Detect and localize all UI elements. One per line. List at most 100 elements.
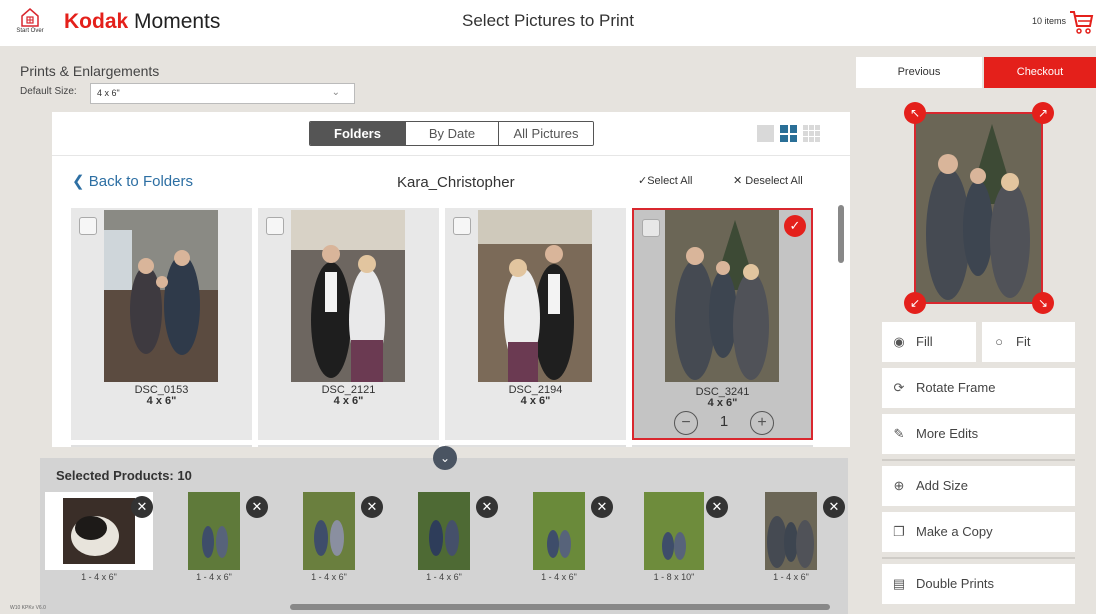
remove-product-icon[interactable]: ✕ xyxy=(361,496,383,518)
options-divider xyxy=(882,557,1075,559)
chevron-down-icon: ⌄ xyxy=(331,87,340,98)
add-size-button[interactable]: ⊕ Add Size xyxy=(882,466,1075,506)
selected-product-item[interactable]: ✕ 1 - 4 x 6" xyxy=(390,492,498,592)
start-over-button[interactable]: Start Over xyxy=(12,6,48,42)
selected-product-item[interactable]: ✕ 1 - 4 x 6" xyxy=(275,492,383,592)
edit-icon[interactable] xyxy=(79,217,97,235)
back-label: Back to Folders xyxy=(88,173,193,190)
edit-icon[interactable] xyxy=(453,217,471,235)
photo-thumbnail xyxy=(291,210,405,382)
default-size-value: 4 x 6" xyxy=(97,88,120,98)
remove-product-icon[interactable]: ✕ xyxy=(591,496,613,518)
quantity-stepper: − 1 + xyxy=(674,409,774,435)
checkout-button[interactable]: Checkout xyxy=(984,57,1096,88)
photo-picker-panel: Folders By Date All Pictures ❮ Back to F… xyxy=(52,112,850,447)
crop-preview[interactable] xyxy=(914,112,1043,304)
small-grid-icon[interactable] xyxy=(803,125,820,142)
section-title: Prints & Enlargements xyxy=(20,63,160,79)
remove-product-icon[interactable]: ✕ xyxy=(131,496,153,518)
tab-by-date[interactable]: By Date xyxy=(405,122,498,145)
tab-all-pictures[interactable]: All Pictures xyxy=(498,122,593,145)
next-row-peek xyxy=(632,445,813,447)
product-label: 1 - 4 x 6" xyxy=(426,572,462,582)
home-icon xyxy=(21,8,39,27)
copy-icon: ❐ xyxy=(893,524,905,539)
rotate-icon: ⟳ xyxy=(893,380,905,395)
make-copy-button[interactable]: ❐ Make a Copy xyxy=(882,512,1075,552)
selected-product-item[interactable]: ✕ 1 - 4 x 6" xyxy=(45,492,153,592)
selected-product-item[interactable]: ✕ 1 - 8 x 10" xyxy=(620,492,728,592)
fill-label: Fill xyxy=(916,334,933,349)
add-size-label: Add Size xyxy=(916,478,969,493)
remove-product-icon[interactable]: ✕ xyxy=(706,496,728,518)
resize-handle-bottom-left-icon[interactable]: ↙ xyxy=(904,292,926,314)
expand-chevron-icon[interactable]: ⌄ xyxy=(433,446,457,470)
product-label: 1 - 4 x 6" xyxy=(311,572,347,582)
photo-thumbnail xyxy=(104,210,218,382)
photo-card-selected[interactable]: ✓ DSC_3241 4 x 6" − 1 + xyxy=(632,208,813,440)
photo-size: 4 x 6" xyxy=(333,395,364,407)
select-all-label: Select All xyxy=(647,175,693,187)
fill-option[interactable]: ◉ Fill xyxy=(882,322,976,362)
photo-size: 4 x 6" xyxy=(520,395,551,407)
selected-product-item[interactable]: ✕ 1 - 4 x 6" xyxy=(505,492,613,592)
increase-quantity-button[interactable]: + xyxy=(750,411,774,435)
cart-icon[interactable] xyxy=(1068,8,1094,41)
medium-grid-icon[interactable] xyxy=(780,125,797,142)
brand-logo: Kodak Moments xyxy=(64,10,220,34)
rotate-frame-button[interactable]: ⟳ Rotate Frame xyxy=(882,368,1075,408)
large-view-icon[interactable] xyxy=(757,125,774,142)
deselect-all-label: Deselect All xyxy=(745,175,803,187)
resize-handle-top-right-icon[interactable]: ↗ xyxy=(1032,102,1054,124)
selected-products-title: Selected Products: 10 xyxy=(56,468,192,483)
double-prints-icon: ▤ xyxy=(892,576,906,591)
view-size-toggle xyxy=(757,125,820,142)
resize-handle-top-left-icon[interactable]: ↖ xyxy=(904,102,926,124)
selected-check-icon[interactable]: ✓ xyxy=(784,215,806,237)
folder-name: Kara_Christopher xyxy=(397,174,515,191)
radio-checked-icon: ◉ xyxy=(893,334,905,349)
product-label: 1 - 4 x 6" xyxy=(81,572,117,582)
edit-icon[interactable] xyxy=(266,217,284,235)
selected-product-item[interactable]: ✕ 1 - 4 x 6" xyxy=(160,492,268,592)
remove-product-icon[interactable]: ✕ xyxy=(823,496,845,518)
view-tabs: Folders By Date All Pictures xyxy=(309,121,594,146)
photo-card[interactable]: DSC_2121 4 x 6" xyxy=(258,208,439,440)
previous-button[interactable]: Previous xyxy=(856,57,982,88)
product-label: 1 - 4 x 6" xyxy=(196,572,232,582)
photo-size: 4 x 6" xyxy=(707,397,738,409)
photo-card[interactable]: DSC_2194 4 x 6" xyxy=(445,208,626,440)
crop-preview-image xyxy=(916,114,1041,302)
edit-icon[interactable] xyxy=(642,219,660,237)
quantity-value: 1 xyxy=(719,413,729,430)
options-divider xyxy=(882,459,1075,461)
default-size-select[interactable]: 4 x 6" ⌄ xyxy=(90,83,355,104)
selected-product-item[interactable]: ✕ 1 - 4 x 6" xyxy=(737,492,845,592)
picker-scrollbar[interactable] xyxy=(838,205,844,263)
double-prints-label: Double Prints xyxy=(916,576,995,591)
make-copy-label: Make a Copy xyxy=(916,524,993,539)
remove-product-icon[interactable]: ✕ xyxy=(476,496,498,518)
start-over-label: Start Over xyxy=(16,28,44,34)
tab-folders[interactable]: Folders xyxy=(310,122,405,145)
remove-product-icon[interactable]: ✕ xyxy=(246,496,268,518)
select-all-button[interactable]: ✓Select All xyxy=(638,174,692,187)
back-to-folders-link[interactable]: ❮ Back to Folders xyxy=(72,172,193,190)
photo-thumbnail xyxy=(478,210,592,382)
next-row-peek xyxy=(258,445,439,447)
cart-count[interactable]: 10 items xyxy=(1010,16,1066,26)
product-label: 1 - 8 x 10" xyxy=(653,572,695,582)
double-prints-button[interactable]: ▤ Double Prints xyxy=(882,564,1075,604)
decrease-quantity-button[interactable]: − xyxy=(674,411,698,435)
fit-option[interactable]: ○ Fit xyxy=(982,322,1075,362)
photo-size: 4 x 6" xyxy=(146,395,177,407)
photo-card[interactable]: DSC_0153 4 x 6" xyxy=(71,208,252,440)
photo-thumbnail xyxy=(665,210,779,382)
more-edits-button[interactable]: ✎ More Edits xyxy=(882,414,1075,454)
brand-word: Kodak xyxy=(64,10,129,33)
deselect-all-button[interactable]: ✕ Deselect All xyxy=(733,174,803,187)
products-scrollbar[interactable] xyxy=(290,604,830,610)
resize-handle-bottom-right-icon[interactable]: ↘ xyxy=(1032,292,1054,314)
plus-circle-icon: ⊕ xyxy=(893,478,905,493)
product-label: 1 - 4 x 6" xyxy=(541,572,577,582)
